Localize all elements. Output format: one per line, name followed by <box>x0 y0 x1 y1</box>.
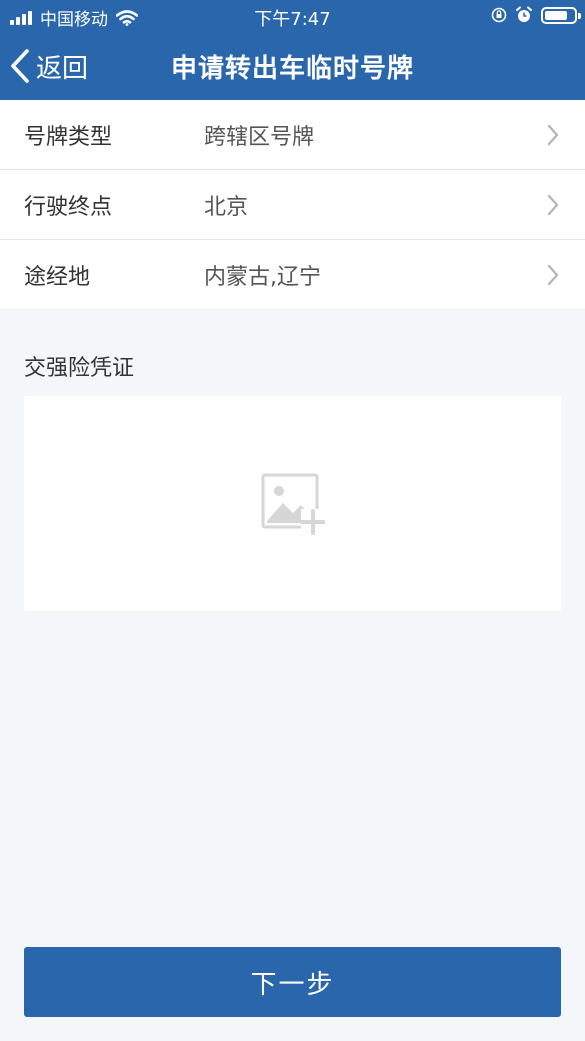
status-bar: 中国移动 下午7:47 <box>0 0 585 32</box>
chevron-right-icon <box>547 124 559 146</box>
insurance-section-title: 交强险凭证 <box>24 356 135 381</box>
insurance-upload-area[interactable] <box>24 396 561 611</box>
row-plate-type[interactable]: 号牌类型 跨辖区号牌 <box>0 100 585 170</box>
nav-bar: 返回 申请转出车临时号牌 <box>0 32 585 100</box>
add-image-icon <box>261 473 325 535</box>
row-waypoints[interactable]: 途经地 内蒙古,辽宁 <box>0 240 585 310</box>
alarm-icon <box>516 6 532 22</box>
battery-icon <box>541 6 581 24</box>
row-label: 行驶终点 <box>24 194 113 220</box>
row-value: 跨辖区号牌 <box>204 124 315 150</box>
plate-form: 号牌类型 跨辖区号牌 行驶终点 北京 途经地 内蒙古,辽宁 <box>0 100 585 310</box>
app-header: 中国移动 下午7:47 返回 申请转出车临时号牌 <box>0 0 585 100</box>
row-value: 内蒙古,辽宁 <box>204 264 321 290</box>
chevron-right-icon <box>547 194 559 216</box>
row-destination[interactable]: 行驶终点 北京 <box>0 170 585 240</box>
row-label: 号牌类型 <box>24 124 113 150</box>
orientation-lock-icon <box>491 7 507 23</box>
status-bar-right <box>483 6 581 24</box>
chevron-right-icon <box>547 264 559 286</box>
page-title: 申请转出车临时号牌 <box>170 54 414 84</box>
row-value: 北京 <box>204 194 249 220</box>
row-label: 途经地 <box>24 264 91 290</box>
next-step-button[interactable]: 下一步 <box>24 947 561 1017</box>
